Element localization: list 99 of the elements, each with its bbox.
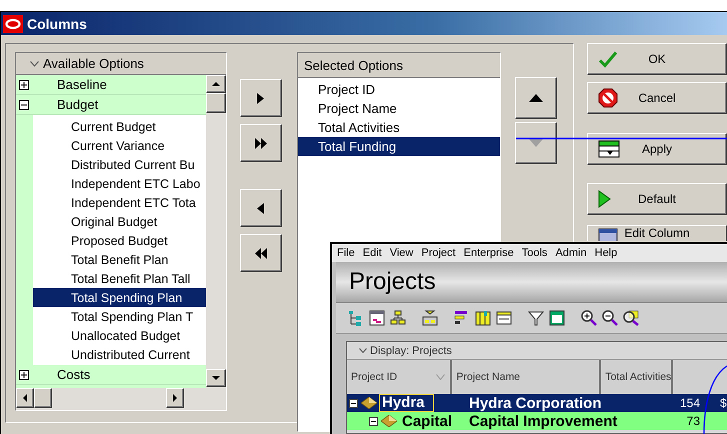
zoom-fit-icon[interactable]: [623, 310, 639, 326]
table-cell: Hydra Corporation: [469, 394, 602, 412]
double-arrow-right-icon: [254, 136, 268, 150]
hierarchy-icon[interactable]: [390, 310, 406, 326]
ok-button[interactable]: OK: [587, 43, 727, 75]
add-button[interactable]: [240, 79, 282, 117]
column-header[interactable]: Project ID: [347, 360, 452, 394]
tray-icon[interactable]: [422, 310, 438, 326]
scroll-down-button[interactable]: [206, 369, 226, 387]
collapse-chevron-icon: [30, 60, 39, 66]
table-apply-icon: [598, 140, 620, 158]
double-arrow-left-icon: [254, 246, 268, 260]
collapse-icon[interactable]: [349, 398, 358, 408]
menu-item[interactable]: Enterprise: [460, 247, 519, 259]
option-item[interactable]: Original Budget: [33, 212, 206, 231]
scrollbar-thumb[interactable]: [206, 93, 226, 113]
chart-window-icon[interactable]: [369, 310, 385, 326]
selected-option-item[interactable]: Project ID: [298, 80, 500, 99]
check-icon: [598, 50, 618, 68]
annotation-curve: [703, 364, 727, 434]
scroll-right-button[interactable]: [166, 388, 184, 408]
column-header[interactable]: Project Name: [452, 360, 602, 394]
group-label[interactable]: Baseline: [57, 77, 107, 92]
triangle-down-icon: [212, 376, 220, 380]
triangle-up-icon: [212, 82, 220, 86]
layout-icon[interactable]: [549, 310, 565, 326]
diamond-icon: [381, 415, 397, 427]
option-item[interactable]: Proposed Budget: [33, 231, 206, 250]
table-cell: $: [720, 396, 727, 410]
menu-item[interactable]: Help: [592, 247, 622, 259]
column-header[interactable]: [673, 360, 727, 394]
triangle-up-icon: [528, 93, 544, 103]
filter-icon[interactable]: [528, 310, 544, 326]
columns-icon[interactable]: [475, 310, 491, 326]
table-cell-text: Capital: [401, 412, 452, 430]
remove-all-button[interactable]: [240, 234, 282, 272]
selected-option-item[interactable]: Total Activities: [298, 118, 500, 137]
display-label: Display: Projects: [370, 344, 452, 356]
option-item[interactable]: Total Benefit Plan: [33, 250, 206, 269]
table-cell: Capital Improvement: [469, 412, 618, 430]
cancel-button[interactable]: Cancel: [587, 82, 727, 114]
scroll-left-button[interactable]: [16, 388, 34, 408]
window-title: Columns: [27, 16, 87, 32]
move-up-button[interactable]: [515, 77, 557, 119]
option-item[interactable]: Undistributed Current: [33, 345, 206, 364]
option-item[interactable]: Current Budget: [33, 117, 206, 136]
collapse-icon[interactable]: [369, 416, 378, 426]
option-item[interactable]: Current Variance: [33, 136, 206, 155]
collapse-icon[interactable]: [19, 100, 29, 110]
table-row[interactable]: Capital Capital Improvement 73: [347, 412, 727, 430]
edit-button[interactable]: Edit Column: [587, 225, 727, 241]
remove-button[interactable]: [240, 189, 282, 227]
bars-icon[interactable]: [454, 310, 470, 326]
menu-item[interactable]: View: [386, 247, 418, 259]
triangle-right-icon: [173, 394, 177, 402]
scroll-up-button[interactable]: [206, 75, 226, 93]
diamond-icon: [361, 397, 377, 409]
table-cell: 154: [680, 396, 700, 410]
prohibited-icon: [598, 88, 618, 108]
panel-header: Available Options: [43, 56, 144, 71]
page-title: Projects: [349, 268, 436, 296]
collapse-chevron-icon: [359, 348, 367, 353]
triangle-down-icon: [528, 138, 544, 148]
tree-icon[interactable]: [348, 310, 364, 326]
expand-icon[interactable]: [19, 370, 29, 380]
zoom-out-icon[interactable]: [602, 310, 618, 326]
table-row[interactable]: Hydra Hydra Corporation 154 $: [347, 394, 727, 412]
arrow-left-icon: [255, 202, 267, 214]
apply-button[interactable]: Apply: [587, 133, 727, 165]
add-all-button[interactable]: [240, 124, 282, 162]
menu-item[interactable]: Project: [418, 247, 461, 259]
app-logo-icon: [3, 14, 23, 32]
expand-icon[interactable]: [19, 80, 29, 90]
play-triangle-icon: [598, 190, 611, 208]
option-item[interactable]: Independent ETC Labo: [33, 174, 206, 193]
menu-item[interactable]: File: [334, 247, 360, 259]
option-item[interactable]: Total Benefit Plan Tall: [33, 269, 206, 288]
window-icon: [598, 228, 618, 241]
table-cell: Hydra: [380, 395, 433, 411]
option-item[interactable]: Total Spending Plan T: [33, 307, 206, 326]
default-button[interactable]: Default: [587, 183, 727, 215]
table-icon[interactable]: [496, 310, 512, 326]
zoom-in-icon[interactable]: [581, 310, 597, 326]
table-cell: 73: [686, 414, 700, 428]
menu-item[interactable]: Admin: [552, 247, 592, 259]
option-item[interactable]: Independent ETC Tota: [33, 193, 206, 212]
group-label[interactable]: Costs: [57, 367, 90, 382]
option-item[interactable]: Total Spending Plan: [33, 288, 206, 307]
panel-header: Selected Options: [298, 53, 500, 78]
group-label[interactable]: Budget: [57, 97, 98, 112]
selected-option-item[interactable]: Total Funding: [298, 137, 500, 156]
triangle-left-icon: [23, 394, 27, 402]
menu-item[interactable]: Tools: [518, 247, 552, 259]
scrollbar-thumb[interactable]: [34, 388, 52, 408]
option-item[interactable]: Unallocated Budget: [33, 326, 206, 345]
selected-option-item[interactable]: Project Name: [298, 99, 500, 118]
option-item[interactable]: Distributed Current Bu: [33, 155, 206, 174]
column-header[interactable]: Total Activities: [601, 360, 674, 394]
menu-item[interactable]: Edit: [360, 247, 387, 259]
